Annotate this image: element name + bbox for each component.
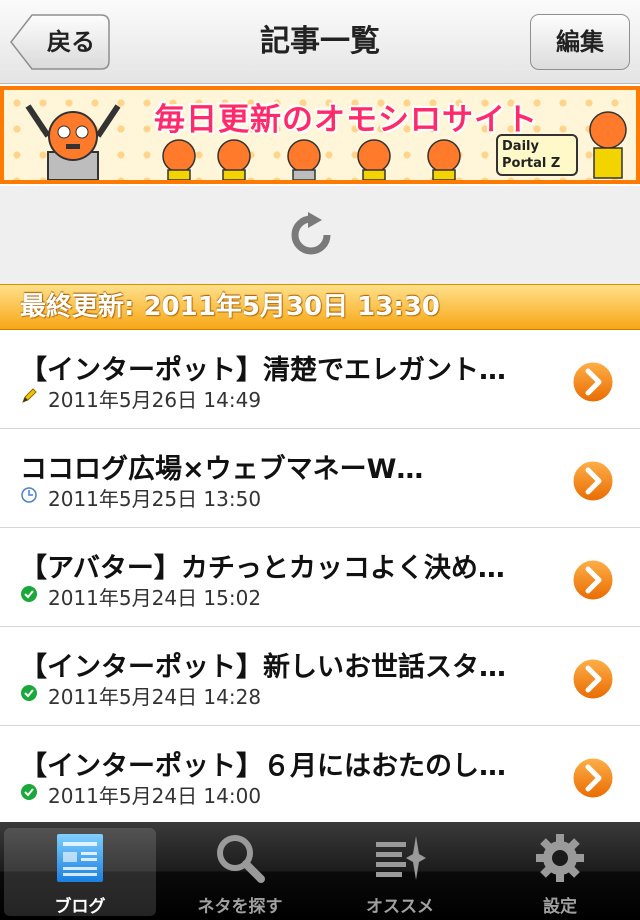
banner-logo-line2: Portal Z bbox=[502, 156, 561, 171]
search-icon bbox=[217, 835, 265, 883]
article-date: 2011年5月25日 13:50 bbox=[48, 487, 262, 511]
recommend-icon bbox=[376, 836, 426, 880]
list-item[interactable]: ココログ広場×ウェブマネーW… 2011年5月25日 13:50 bbox=[0, 429, 640, 528]
banner-title: 毎日更新のオモシロサイト bbox=[154, 102, 538, 138]
mascot-group-icon bbox=[162, 139, 461, 180]
article-title: 【インターポット】６月にはおたのし… bbox=[20, 751, 506, 782]
list-item[interactable]: 【インターポット】６月にはおたのし… 2011年5月24日 14:00 bbox=[0, 726, 640, 825]
article-date: 2011年5月24日 14:28 bbox=[48, 685, 262, 709]
article-title: 【インターポット】新しいお世話スタ… bbox=[20, 652, 506, 683]
list-item[interactable]: 【インターポット】新しいお世話スタ… 2011年5月24日 14:28 bbox=[0, 627, 640, 726]
check-icon bbox=[21, 784, 37, 800]
article-date: 2011年5月26日 14:49 bbox=[48, 388, 262, 412]
article-title: 【アバター】カチっとカッコよく決め… bbox=[20, 553, 505, 584]
tab-bar: ブログ ネタを探す オススメ 設定 bbox=[0, 822, 640, 920]
tab-label: ブログ bbox=[54, 897, 106, 917]
tab-blog[interactable]: ブログ bbox=[0, 822, 160, 920]
edit-button[interactable]: 編集 bbox=[530, 14, 630, 70]
tab-label: オススメ bbox=[366, 897, 434, 917]
chevron-right-icon[interactable] bbox=[570, 359, 616, 405]
clock-icon bbox=[21, 487, 37, 503]
banner-logo: Daily Portal Z bbox=[496, 134, 578, 176]
article-title: ココログ広場×ウェブマネーW… bbox=[20, 454, 424, 485]
blog-icon bbox=[57, 834, 103, 882]
article-list: 【インターポット】清楚でエレガント… 2011年5月26日 14:49 ココログ… bbox=[0, 330, 640, 825]
refresh-icon[interactable] bbox=[288, 212, 334, 258]
chevron-right-icon[interactable] bbox=[570, 755, 616, 801]
chevron-right-icon[interactable] bbox=[570, 458, 616, 504]
banner-logo-line1: Daily bbox=[502, 139, 539, 154]
tab-label: 設定 bbox=[543, 897, 577, 917]
navigation-bar: 戻る 記事一覧 編集 bbox=[0, 0, 640, 84]
last-updated-header: 最終更新: 2011年5月30日 13:30 bbox=[0, 284, 640, 330]
pencil-icon bbox=[22, 388, 37, 403]
gear-icon bbox=[536, 834, 584, 882]
article-title: 【インターポット】清楚でエレガント… bbox=[20, 355, 506, 386]
tab-label: ネタを探す bbox=[197, 897, 283, 917]
banner-ad[interactable]: 毎日更新のオモシロサイト Daily Portal Z bbox=[0, 86, 640, 184]
refresh-area[interactable] bbox=[0, 186, 640, 284]
tab-recommend[interactable]: オススメ bbox=[320, 822, 480, 920]
article-date: 2011年5月24日 15:02 bbox=[48, 586, 262, 610]
banner-image: 毎日更新のオモシロサイト Daily Portal Z bbox=[4, 90, 636, 180]
check-icon bbox=[21, 586, 37, 602]
chevron-right-icon[interactable] bbox=[570, 656, 616, 702]
list-item[interactable]: 【アバター】カチっとカッコよく決め… 2011年5月24日 15:02 bbox=[0, 528, 640, 627]
tab-settings[interactable]: 設定 bbox=[480, 822, 640, 920]
mascot-icon bbox=[25, 104, 121, 180]
list-item[interactable]: 【インターポット】清楚でエレガント… 2011年5月26日 14:49 bbox=[0, 330, 640, 429]
check-icon bbox=[21, 685, 37, 701]
chevron-right-icon[interactable] bbox=[570, 557, 616, 603]
tab-search[interactable]: ネタを探す bbox=[160, 822, 320, 920]
mascot-right-icon bbox=[589, 111, 627, 179]
article-date: 2011年5月24日 14:00 bbox=[48, 784, 262, 808]
